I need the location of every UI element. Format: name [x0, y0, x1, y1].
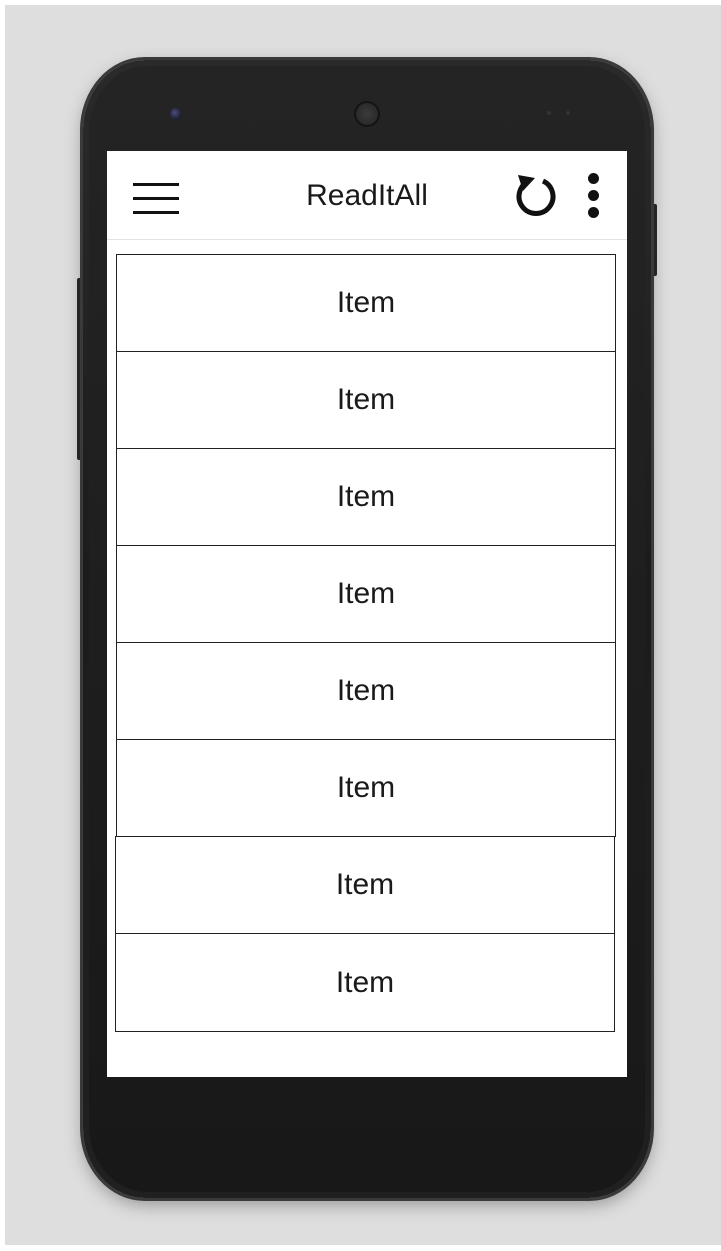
sensor-icon — [566, 111, 570, 115]
list-item-label: Item — [336, 577, 396, 610]
list-item[interactable]: Item — [116, 642, 616, 740]
list-item-label: Item — [336, 674, 396, 707]
phone-screen: ReadItAll Item Item Item Item Item Item … — [107, 151, 627, 1077]
list-item-label: Item — [335, 868, 395, 901]
front-camera-icon — [170, 108, 182, 120]
list-item-label: Item — [336, 383, 396, 416]
list-item-label: Item — [336, 480, 396, 513]
app-bar: ReadItAll — [107, 151, 627, 240]
earpiece-speaker-icon — [354, 101, 380, 127]
list-item[interactable]: Item — [115, 836, 615, 934]
list-item[interactable]: Item — [116, 254, 616, 352]
sensor-icon — [547, 111, 551, 115]
list-item[interactable]: Item — [116, 739, 616, 837]
list-item-label: Item — [336, 286, 396, 319]
more-vertical-icon[interactable] — [583, 171, 605, 221]
refresh-icon[interactable] — [509, 169, 565, 225]
hamburger-menu-icon[interactable] — [133, 183, 181, 219]
list-item-label: Item — [335, 965, 395, 999]
list-item[interactable]: Item — [116, 545, 616, 643]
list-item[interactable]: Item — [116, 351, 616, 449]
list-item-label: Item — [336, 771, 396, 804]
list-item[interactable]: Item — [115, 933, 615, 1032]
list-item[interactable]: Item — [116, 448, 616, 546]
